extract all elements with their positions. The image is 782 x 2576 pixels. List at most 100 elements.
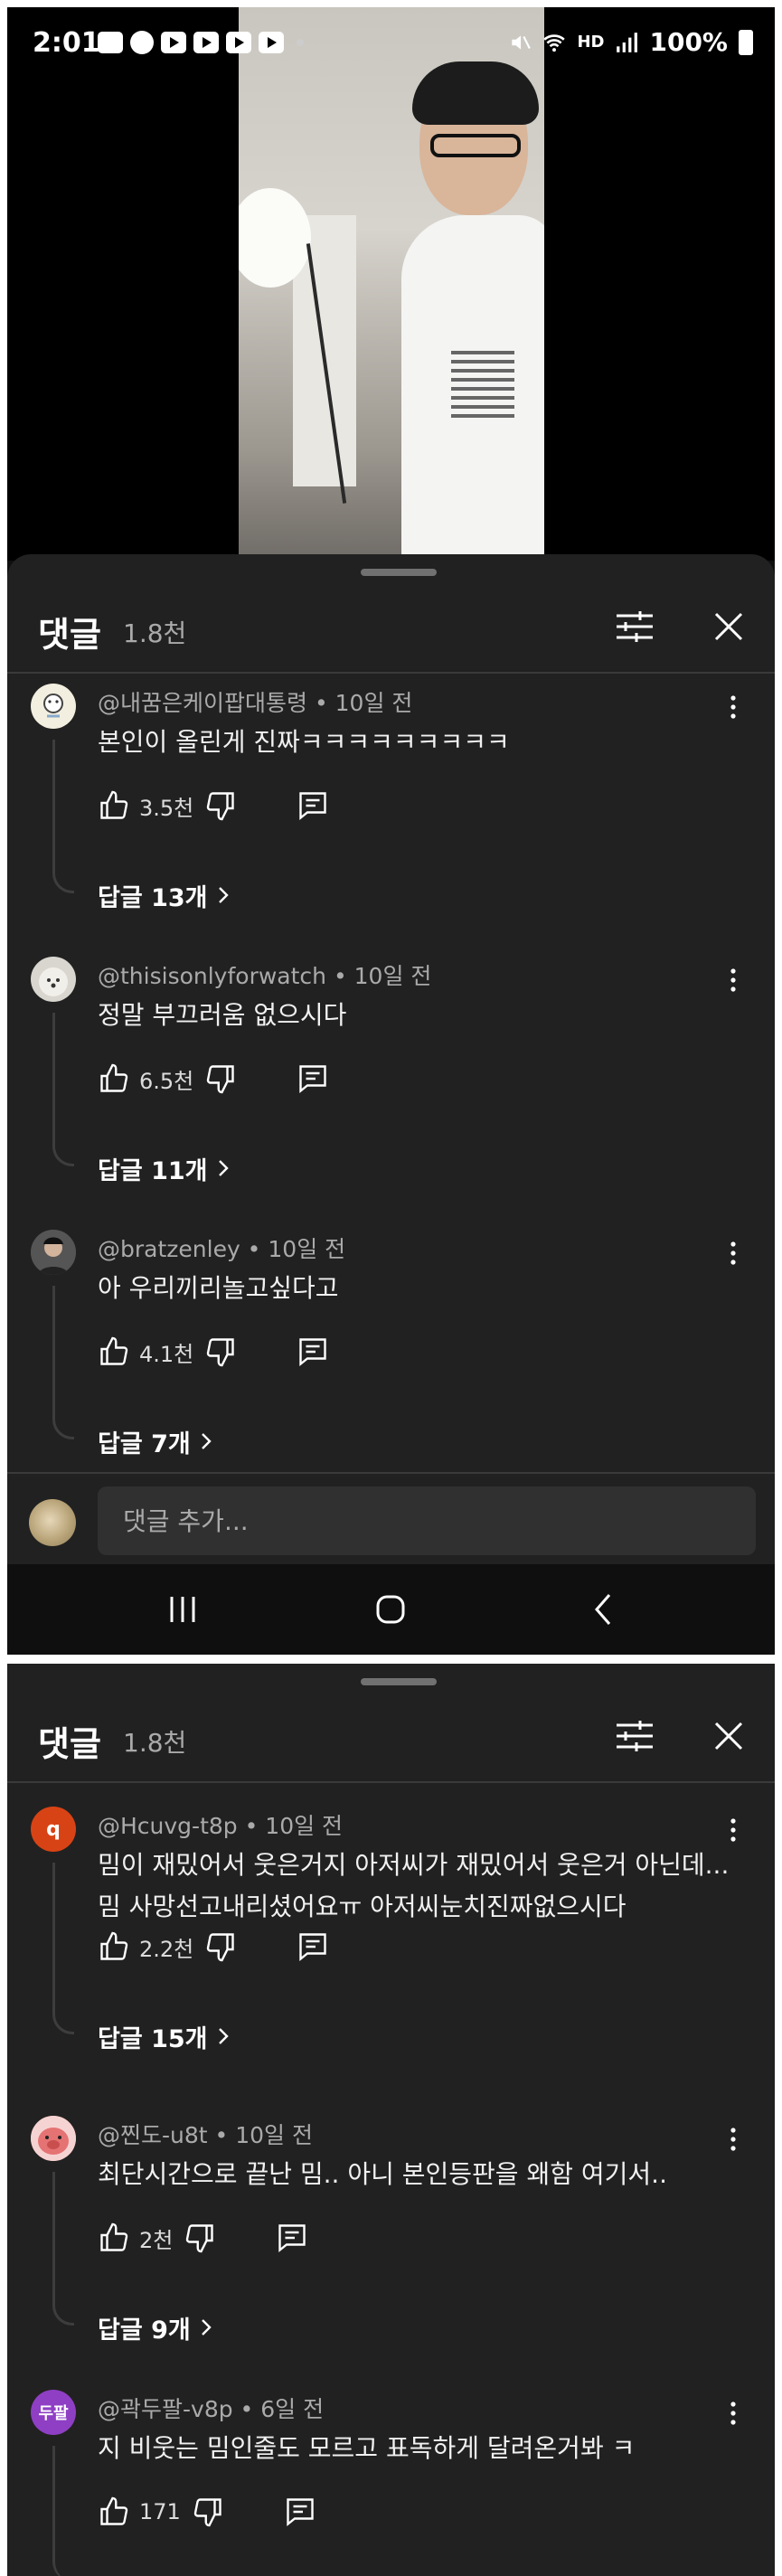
comment-text: 밈이 재밌어서 웃은거지 아저씨가 재밌어서 웃은거 아닌데... 밈 사망선고… xyxy=(98,1850,730,1921)
filter-icon[interactable] xyxy=(615,1718,655,1754)
comments-title: 댓글 xyxy=(38,1724,101,1764)
comments-header: 댓글 1.8천 xyxy=(7,590,775,663)
replies-label: 답글 9개 xyxy=(98,2316,191,2345)
avatar[interactable] xyxy=(31,2116,76,2161)
comment-actions: 6.5천 xyxy=(98,1061,329,1097)
close-icon[interactable] xyxy=(711,609,747,645)
video-shirt-print xyxy=(451,351,514,423)
youtube-icon xyxy=(161,32,186,53)
like-count: 171 xyxy=(139,2499,181,2524)
more-vert-icon[interactable] xyxy=(724,1812,742,1848)
thumbs-up-icon[interactable] xyxy=(98,2222,130,2254)
comment-author[interactable]: @내꿈은케이팝대통령 • 10일 전 xyxy=(98,685,412,718)
comment-item: @bratzenley • 10일 전 아 우리끼리놀고싶다고 4.1천 답글 … xyxy=(7,1222,775,1494)
comment-item: q @Hcuvg-t8p • 10일 전 밈이 재밌어서 웃은거지 아저씨가 재… xyxy=(7,1799,775,2089)
comment-text: 지 비웃는 밈인줄도 모르고 표독하게 달려온거봐 ㅋ xyxy=(98,2433,636,2463)
wifi-icon xyxy=(543,33,566,52)
chevron-right-icon xyxy=(218,1160,229,1176)
home-icon[interactable] xyxy=(367,1586,414,1633)
thumbs-down-icon[interactable] xyxy=(192,2496,224,2528)
more-vert-icon[interactable] xyxy=(724,689,742,725)
more-vert-icon[interactable] xyxy=(724,1235,742,1271)
youtube-icon xyxy=(193,32,219,53)
thumbs-down-icon[interactable] xyxy=(204,1335,237,1368)
filter-icon[interactable] xyxy=(615,609,655,645)
signal-icon xyxy=(617,32,638,52)
avatar[interactable] xyxy=(31,684,76,729)
reply-icon[interactable] xyxy=(297,1335,329,1368)
thread-line xyxy=(52,2446,74,2576)
comment-author[interactable]: @찐도-u8t • 10일 전 xyxy=(98,2118,313,2150)
reply-icon[interactable] xyxy=(284,2496,316,2528)
more-vert-icon[interactable] xyxy=(724,2395,742,2431)
recent-apps-icon[interactable] xyxy=(159,1586,206,1633)
chevron-right-icon xyxy=(201,2319,212,2335)
avatar[interactable] xyxy=(31,957,76,1002)
view-replies-button[interactable]: 답글 15개 xyxy=(98,2018,230,2054)
thumbs-up-icon[interactable] xyxy=(98,1930,130,1963)
chevron-right-icon xyxy=(218,2028,229,2044)
drag-handle[interactable] xyxy=(361,1678,437,1685)
view-replies-button[interactable]: 답글 11개 xyxy=(98,1150,230,1186)
avatar[interactable] xyxy=(31,1230,76,1275)
reply-icon[interactable] xyxy=(276,2222,308,2254)
reply-icon[interactable] xyxy=(297,789,329,822)
screenshot-panel-top: 2:01 HD 100% 댓글 1.8천 @내꿈은케이팝대통령 • 10일 전 … xyxy=(7,7,775,1655)
close-icon[interactable] xyxy=(711,1718,747,1754)
thread-line xyxy=(52,1863,74,2034)
thumbs-down-icon[interactable] xyxy=(204,789,237,822)
drag-handle[interactable] xyxy=(361,569,437,576)
thumbs-up-icon[interactable] xyxy=(98,789,130,822)
avatar-drawing-icon xyxy=(43,694,63,718)
avatar[interactable]: q xyxy=(31,1807,76,1852)
comment-author[interactable]: @thisisonlyforwatch • 10일 전 xyxy=(98,958,431,991)
comment-author[interactable]: @곽두팔-v8p • 6일 전 xyxy=(98,2392,324,2424)
comment-item: 두팔 @곽두팔-v8p • 6일 전 지 비웃는 밈인줄도 모르고 표독하게 달… xyxy=(7,2383,775,2576)
comment-actions: 2.2천 xyxy=(98,1929,329,1965)
view-replies-button[interactable]: 답글 7개 xyxy=(98,1423,212,1459)
thread-line xyxy=(52,1286,74,1439)
back-icon[interactable] xyxy=(580,1586,627,1633)
video-person-glasses xyxy=(430,134,521,157)
thread-line xyxy=(52,1013,74,1166)
comment-text: 최단시간으로 끝난 밈.. 아니 본인등판을 왜함 여기서.. xyxy=(98,2159,667,2189)
reply-icon[interactable] xyxy=(297,1930,329,1963)
chevron-right-icon xyxy=(218,887,229,903)
comments-header: 댓글 1.8천 xyxy=(7,1700,775,1772)
thumbs-down-icon[interactable] xyxy=(184,2222,216,2254)
header-divider xyxy=(7,1781,775,1783)
my-avatar[interactable] xyxy=(29,1499,76,1546)
add-comment-input[interactable] xyxy=(98,1486,756,1555)
network-label: HD xyxy=(577,33,605,52)
comment-actions: 4.1천 xyxy=(98,1334,329,1370)
thumbs-down-icon[interactable] xyxy=(204,1930,237,1963)
input-divider xyxy=(7,1472,775,1474)
avatar[interactable]: 두팔 xyxy=(31,2390,76,2435)
comments-title: 댓글 xyxy=(38,615,101,655)
thumbs-up-icon[interactable] xyxy=(98,1335,130,1368)
thumbs-up-icon[interactable] xyxy=(98,2496,130,2528)
comment-item: @찐도-u8t • 10일 전 최단시간으로 끝난 밈.. 아니 본인등판을 왜… xyxy=(7,2109,775,2380)
more-notifications-dot xyxy=(297,39,304,46)
thumbs-down-icon[interactable] xyxy=(204,1062,237,1095)
comment-author[interactable]: @Hcuvg-t8p • 10일 전 xyxy=(98,1808,343,1841)
comment-actions: 3.5천 xyxy=(98,788,329,824)
view-replies-button[interactable]: 답글 9개 xyxy=(98,2309,212,2345)
more-vert-icon[interactable] xyxy=(724,962,742,998)
thumbs-up-icon[interactable] xyxy=(98,1062,130,1095)
comment-author[interactable]: @bratzenley • 10일 전 xyxy=(98,1231,345,1264)
video-frame[interactable] xyxy=(239,7,544,561)
battery-icon xyxy=(739,29,753,55)
like-count: 2천 xyxy=(139,2227,174,2253)
thread-line xyxy=(52,2172,74,2326)
thread-line xyxy=(52,740,74,893)
notification-icons xyxy=(98,31,304,54)
youtube-icon xyxy=(226,32,251,53)
view-replies-button[interactable]: 답글 13개 xyxy=(98,877,230,913)
more-vert-icon[interactable] xyxy=(724,2121,742,2157)
avatar-person-icon xyxy=(31,1230,76,1275)
mute-icon xyxy=(512,34,532,50)
screenshot-panel-bottom: 댓글 1.8천 q @Hcuvg-t8p • 10일 전 밈이 재밌어서 웃은거… xyxy=(7,1664,775,2576)
reply-icon[interactable] xyxy=(297,1062,329,1095)
video-player[interactable] xyxy=(7,7,775,561)
